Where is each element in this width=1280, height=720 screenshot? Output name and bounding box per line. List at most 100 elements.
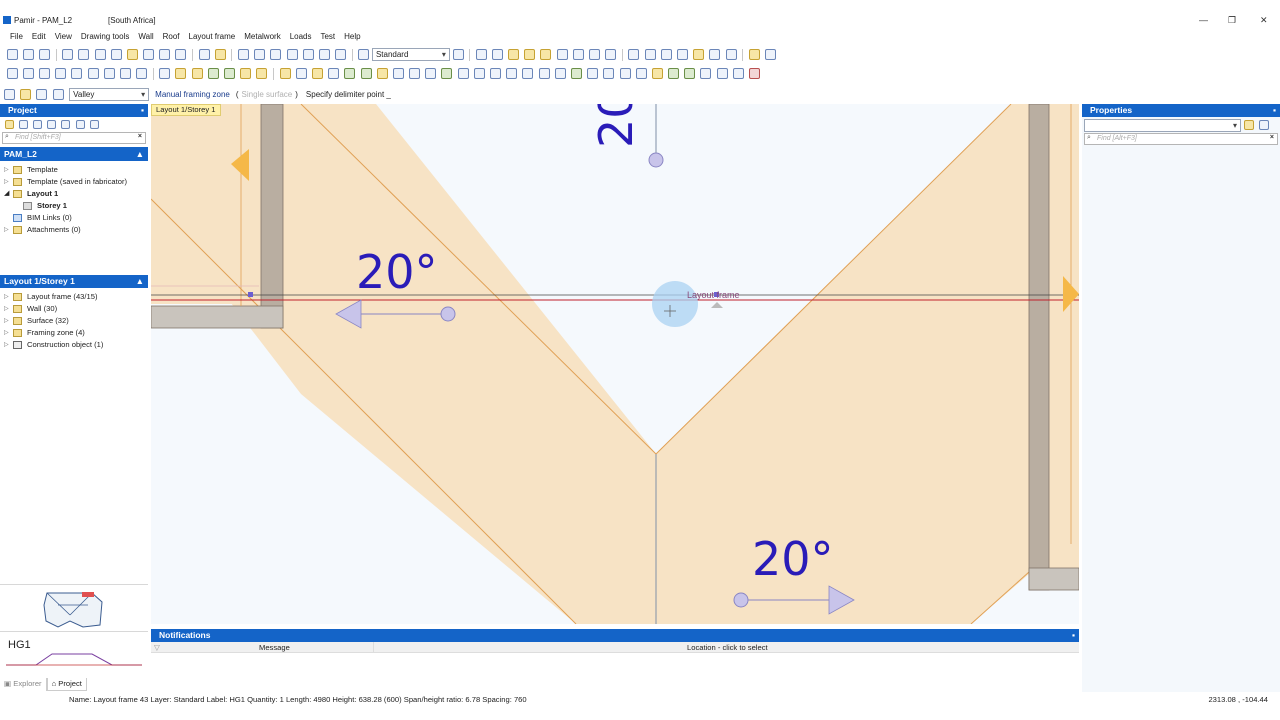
circle-tool-icon[interactable] — [38, 68, 50, 79]
collapse-icon[interactable]: ▲ — [136, 147, 144, 161]
slope-arrow-handle[interactable] — [733, 592, 749, 608]
framing-check-icon[interactable] — [684, 68, 696, 79]
menu-drawing-tools[interactable]: Drawing tools — [81, 30, 135, 43]
pencil-icon[interactable] — [214, 49, 226, 60]
array-icon[interactable] — [589, 49, 601, 60]
filter-icon[interactable] — [89, 120, 99, 129]
canvas-tab[interactable]: Layout 1/Storey 1 — [151, 104, 221, 116]
level-icon[interactable] — [522, 68, 534, 79]
tree-item-attachments[interactable]: ▷ Attachments (0) — [0, 224, 148, 236]
magnet-icon[interactable] — [693, 49, 705, 60]
expand-icon[interactable]: ▷ — [4, 327, 9, 339]
filter-icon[interactable]: ▽ — [154, 642, 160, 653]
connect-icon[interactable] — [490, 68, 502, 79]
slope-arrow-handle[interactable] — [440, 306, 456, 322]
image-icon[interactable] — [143, 49, 155, 60]
column-message[interactable]: Message — [259, 642, 290, 653]
frame-check-icon[interactable] — [441, 68, 453, 79]
ridge-icon[interactable] — [256, 68, 268, 79]
frame-plate-icon[interactable] — [376, 68, 388, 79]
move-icon[interactable] — [270, 49, 282, 60]
tree-item-bim-links[interactable]: BIM Links (0) — [0, 212, 148, 224]
square-tool-icon[interactable] — [71, 68, 83, 79]
roof-hip-icon[interactable] — [224, 68, 236, 79]
select-add-icon[interactable] — [254, 49, 266, 60]
freeform-tool-icon[interactable] — [103, 68, 115, 79]
polygon-icon[interactable] — [540, 49, 552, 60]
ridge-mode-icon[interactable] — [52, 88, 64, 100]
measure-icon[interactable] — [286, 49, 298, 60]
curve-tool-icon[interactable] — [22, 68, 34, 79]
report-icon[interactable] — [700, 68, 712, 79]
valley-mode-icon[interactable] — [20, 88, 32, 100]
menu-view[interactable]: View — [55, 30, 78, 43]
table-icon[interactable] — [159, 49, 171, 60]
tree-item-layout-frame[interactable]: ▷ Layout frame (43/15) — [0, 291, 148, 303]
beam-icon[interactable] — [279, 68, 291, 79]
snap-off-icon[interactable] — [709, 49, 721, 60]
roof-edge-icon[interactable] — [207, 68, 219, 79]
zone-icon[interactable] — [570, 68, 582, 79]
tree-item-template-saved[interactable]: ▷ Template (saved in fabricator) — [0, 176, 148, 188]
arc-icon[interactable] — [491, 49, 503, 60]
cube-icon[interactable] — [749, 68, 761, 79]
page-icon[interactable] — [175, 49, 187, 60]
frame-icon[interactable] — [311, 68, 323, 79]
save-icon[interactable] — [6, 49, 18, 60]
mode-select[interactable]: Valley — [69, 87, 150, 101]
tree-expand-icon[interactable] — [32, 120, 42, 129]
drawing-canvas[interactable]: 20° 20° 20 Layout frame Layout 1/Storey … — [151, 104, 1079, 624]
minimize-button[interactable]: — — [1199, 15, 1208, 25]
layer-select[interactable]: Standard — [371, 48, 450, 61]
line-tool-icon[interactable] — [6, 68, 18, 79]
settings-icon[interactable] — [732, 68, 744, 79]
layer-icon[interactable] — [358, 49, 370, 60]
pin-icon[interactable]: ▪ — [1072, 629, 1075, 642]
pin-icon[interactable]: ▪ — [1273, 104, 1276, 117]
dimension-icon[interactable] — [457, 68, 469, 79]
load-icon[interactable] — [473, 68, 485, 79]
menu-layout-frame[interactable]: Layout frame — [189, 30, 242, 43]
tree-item-layout[interactable]: ◢ Layout 1 — [0, 188, 148, 200]
line-icon[interactable] — [475, 49, 487, 60]
framing-zone-icon[interactable] — [651, 68, 663, 79]
tree-list-icon[interactable] — [75, 120, 85, 129]
categories-icon[interactable] — [1258, 120, 1269, 130]
copy-icon[interactable] — [78, 49, 90, 60]
undo-icon[interactable] — [22, 49, 34, 60]
layer-settings-icon[interactable] — [452, 49, 464, 60]
tree-view-icon[interactable] — [4, 120, 14, 129]
paste-icon[interactable] — [94, 49, 106, 60]
line-mode-icon[interactable] — [4, 88, 15, 100]
expand-icon[interactable]: ▷ — [4, 303, 9, 315]
properties-search-input[interactable]: ⌕ Find [Alt+F3] × — [1084, 133, 1278, 145]
expand-icon[interactable]: ▷ — [4, 164, 9, 176]
frame-grid-icon[interactable] — [328, 68, 340, 79]
snap-icon[interactable] — [302, 49, 314, 60]
draw-line-icon[interactable] — [628, 49, 640, 60]
restore-button[interactable]: ❐ — [1228, 15, 1236, 26]
clear-search-icon[interactable]: × — [1270, 133, 1274, 143]
tab-explorer[interactable]: ▣ Explorer — [0, 678, 47, 691]
tree-sort-icon[interactable] — [18, 120, 28, 129]
folder-icon[interactable] — [748, 49, 760, 60]
redo-icon[interactable] — [38, 49, 50, 60]
menu-test[interactable]: Test — [320, 30, 341, 43]
house-tool-icon[interactable] — [119, 68, 131, 79]
elevation-icon[interactable] — [554, 68, 566, 79]
tree-group-icon[interactable] — [61, 120, 71, 129]
filter-icon[interactable] — [1243, 120, 1254, 130]
menu-loads[interactable]: Loads — [290, 30, 318, 43]
ortho-icon[interactable] — [318, 49, 330, 60]
tree-item-surface[interactable]: ▷ Surface (32) — [0, 315, 148, 327]
offset-icon[interactable] — [572, 49, 584, 60]
zone-join-icon[interactable] — [619, 68, 631, 79]
pen-tool-icon[interactable] — [136, 68, 148, 79]
tree-item-template[interactable]: ▷ Template — [0, 164, 148, 176]
menu-help[interactable]: Help — [344, 30, 366, 43]
properties-object-select[interactable] — [1084, 118, 1241, 132]
wall-icon[interactable] — [159, 68, 171, 79]
tab-project[interactable]: ⌂ Project — [46, 678, 87, 691]
framing-auto-icon[interactable] — [668, 68, 680, 79]
slope-arrow-handle[interactable] — [648, 152, 664, 168]
